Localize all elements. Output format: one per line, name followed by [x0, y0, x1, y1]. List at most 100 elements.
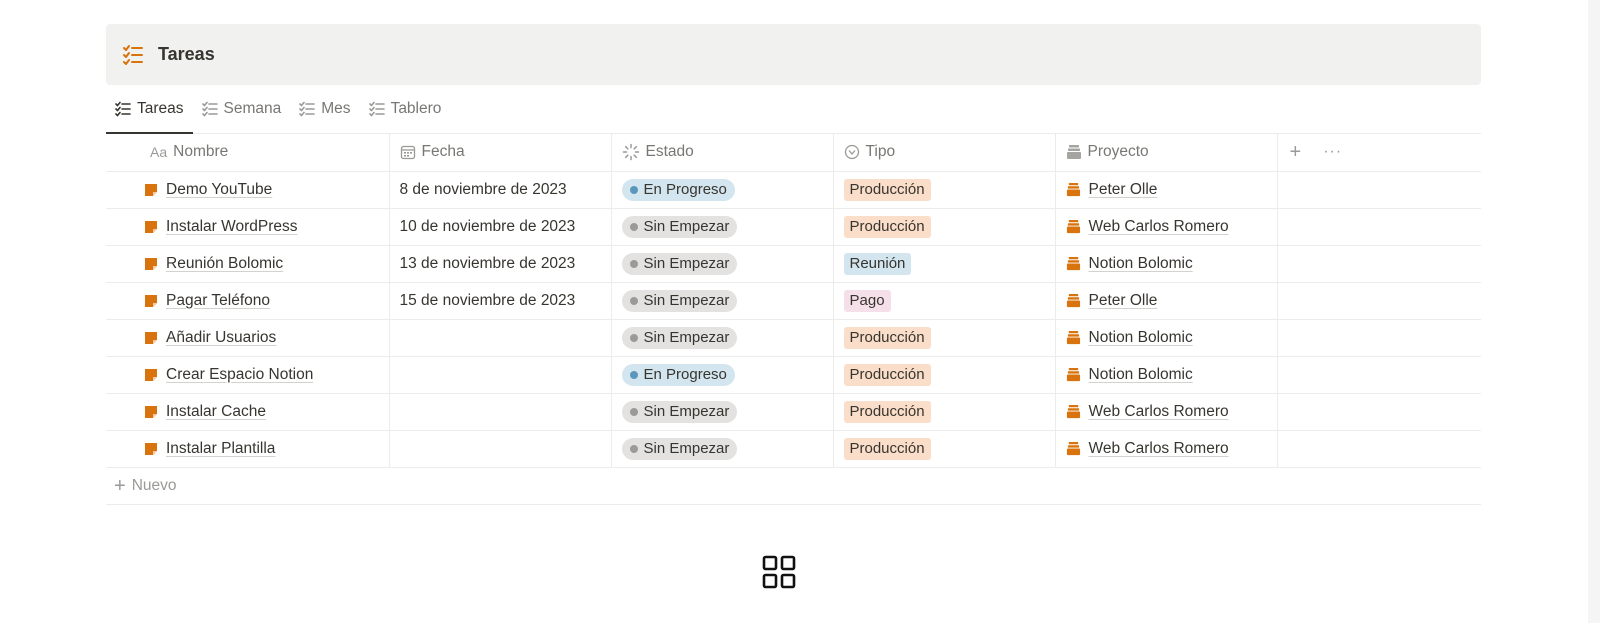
project-link[interactable]: Web Carlos Romero — [1089, 440, 1229, 458]
checklist-icon — [122, 44, 144, 66]
column-header-estado[interactable]: Estado — [610, 134, 833, 172]
project-link[interactable]: Notion Bolomic — [1089, 255, 1193, 273]
task-name[interactable]: Instalar Plantilla — [166, 440, 275, 458]
checklist-icon — [368, 101, 385, 117]
cell-estado[interactable]: Sin Empezar — [610, 208, 833, 246]
project-link[interactable]: Notion Bolomic — [1089, 366, 1193, 384]
cell-proyecto[interactable]: Peter Olle — [1054, 282, 1277, 320]
task-name[interactable]: Crear Espacio Notion — [166, 366, 313, 384]
cell-fecha[interactable]: 8 de noviembre de 2023 — [388, 171, 611, 209]
task-name[interactable]: Instalar Cache — [166, 403, 266, 421]
status-dot — [629, 407, 638, 416]
table-row[interactable]: Instalar Cache Sin Empezar Producción We… — [106, 393, 1481, 431]
page-icon — [144, 220, 158, 234]
page-icon — [144, 257, 158, 271]
cell-proyecto[interactable]: Notion Bolomic — [1054, 356, 1277, 394]
cell-estado[interactable]: En Progreso — [610, 356, 833, 394]
cell-empty — [1276, 282, 1481, 320]
table-row[interactable]: Añadir Usuarios Sin Empezar Producción N… — [106, 319, 1481, 357]
tab-label: Tablero — [390, 100, 442, 117]
cell-fecha[interactable] — [388, 430, 611, 468]
cell-fecha[interactable] — [388, 319, 611, 357]
date-value: 13 de noviembre de 2023 — [399, 254, 576, 272]
add-property-icon[interactable]: + — [1290, 141, 1302, 164]
status-dot — [629, 333, 638, 342]
view-tabs: Tareas Semana Mes Tablero — [106, 85, 1481, 134]
cell-nombre[interactable]: Instalar WordPress — [106, 208, 389, 246]
type-tag: Producción — [843, 215, 931, 238]
task-name[interactable]: Reunión Bolomic — [166, 255, 283, 273]
task-name[interactable]: Pagar Teléfono — [166, 292, 270, 310]
column-header-fecha[interactable]: Fecha — [388, 134, 611, 172]
grid-icon[interactable] — [762, 555, 796, 589]
relation-icon — [1066, 145, 1081, 160]
scrollbar[interactable] — [1588, 0, 1600, 623]
cell-nombre[interactable]: Añadir Usuarios — [106, 319, 389, 357]
table-row[interactable]: Instalar Plantilla Sin Empezar Producció… — [106, 430, 1481, 468]
cell-proyecto[interactable]: Web Carlos Romero — [1054, 393, 1277, 431]
cell-proyecto[interactable]: Peter Olle — [1054, 171, 1277, 209]
column-header-nombre[interactable]: Aa Nombre — [106, 134, 389, 172]
type-tag: Pago — [843, 289, 891, 312]
cell-estado[interactable]: Sin Empezar — [610, 319, 833, 357]
cell-empty — [1276, 171, 1481, 209]
cell-tipo[interactable]: Producción — [832, 393, 1055, 431]
cell-estado[interactable]: Sin Empezar — [610, 282, 833, 320]
cell-proyecto[interactable]: Notion Bolomic — [1054, 319, 1277, 357]
task-name[interactable]: Instalar WordPress — [166, 218, 298, 236]
cell-nombre[interactable]: Instalar Plantilla — [106, 430, 389, 468]
table-row[interactable]: Demo YouTube 8 de noviembre de 2023 En P… — [106, 171, 1481, 209]
cell-nombre[interactable]: Demo YouTube — [106, 171, 389, 209]
table-row[interactable]: Instalar WordPress 10 de noviembre de 20… — [106, 208, 1481, 246]
cell-tipo[interactable]: Producción — [832, 356, 1055, 394]
project-link[interactable]: Web Carlos Romero — [1089, 403, 1229, 421]
cell-estado[interactable]: Sin Empezar — [610, 393, 833, 431]
database-title[interactable]: Tareas — [158, 44, 215, 65]
column-header-tipo[interactable]: Tipo — [832, 134, 1055, 172]
cell-tipo[interactable]: Pago — [832, 282, 1055, 320]
cell-nombre[interactable]: Pagar Teléfono — [106, 282, 389, 320]
task-name[interactable]: Añadir Usuarios — [166, 329, 276, 347]
tab-semana[interactable]: Semana — [193, 85, 291, 133]
more-options-icon[interactable]: ··· — [1323, 143, 1342, 161]
column-label: Estado — [645, 143, 694, 161]
cell-proyecto[interactable]: Web Carlos Romero — [1054, 208, 1277, 246]
table-row[interactable]: Pagar Teléfono 15 de noviembre de 2023 S… — [106, 282, 1481, 320]
column-label: Proyecto — [1087, 143, 1149, 161]
cell-tipo[interactable]: Producción — [832, 208, 1055, 246]
tab-tablero[interactable]: Tablero — [360, 85, 451, 133]
cell-nombre[interactable]: Reunión Bolomic — [106, 245, 389, 283]
task-name[interactable]: Demo YouTube — [166, 181, 272, 199]
project-link[interactable]: Notion Bolomic — [1089, 329, 1193, 347]
cell-proyecto[interactable]: Notion Bolomic — [1054, 245, 1277, 283]
table-row[interactable]: Crear Espacio Notion En Progreso Producc… — [106, 356, 1481, 394]
cell-fecha[interactable] — [388, 393, 611, 431]
tab-label: Tareas — [137, 100, 184, 117]
project-link[interactable]: Peter Olle — [1089, 181, 1158, 199]
cell-tipo[interactable]: Producción — [832, 430, 1055, 468]
cell-tipo[interactable]: Producción — [832, 319, 1055, 357]
add-new-row-button[interactable]: + Nuevo — [106, 468, 1481, 505]
cell-empty — [1276, 430, 1481, 468]
cell-fecha[interactable]: 15 de noviembre de 2023 — [388, 282, 611, 320]
cell-tipo[interactable]: Reunión — [832, 245, 1055, 283]
tab-mes[interactable]: Mes — [290, 85, 359, 133]
cell-nombre[interactable]: Crear Espacio Notion — [106, 356, 389, 394]
cell-estado[interactable]: Sin Empezar — [610, 245, 833, 283]
cell-fecha[interactable]: 13 de noviembre de 2023 — [388, 245, 611, 283]
cell-tipo[interactable]: Producción — [832, 171, 1055, 209]
table-row[interactable]: Reunión Bolomic 13 de noviembre de 2023 … — [106, 245, 1481, 283]
project-icon — [1066, 330, 1081, 345]
cell-estado[interactable]: En Progreso — [610, 171, 833, 209]
project-link[interactable]: Web Carlos Romero — [1089, 218, 1229, 236]
tab-tareas[interactable]: Tareas — [106, 85, 193, 134]
column-header-proyecto[interactable]: Proyecto — [1054, 134, 1277, 172]
cell-fecha[interactable] — [388, 356, 611, 394]
cell-nombre[interactable]: Instalar Cache — [106, 393, 389, 431]
new-row-label: Nuevo — [131, 476, 177, 494]
cell-fecha[interactable]: 10 de noviembre de 2023 — [388, 208, 611, 246]
project-link[interactable]: Peter Olle — [1089, 292, 1158, 310]
cell-estado[interactable]: Sin Empezar — [610, 430, 833, 468]
database-view: Tareas Tareas Semana Mes Tablero Aa Nomb… — [106, 24, 1481, 505]
cell-proyecto[interactable]: Web Carlos Romero — [1054, 430, 1277, 468]
